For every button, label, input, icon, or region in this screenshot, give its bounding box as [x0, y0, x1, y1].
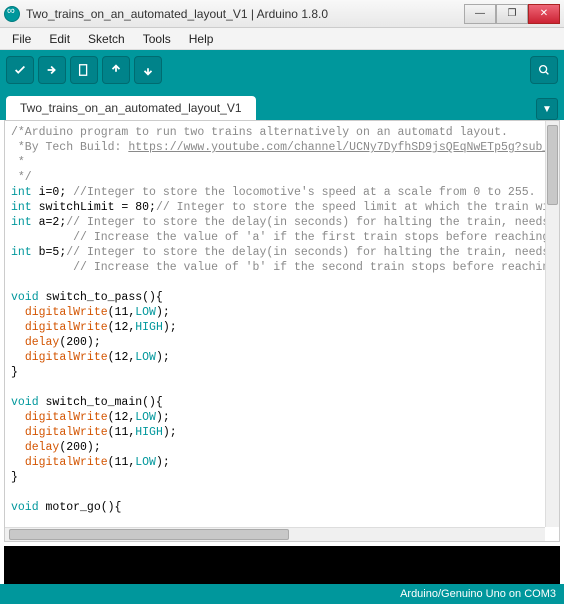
code-function: digitalWrite — [25, 306, 108, 319]
code-text: ); — [156, 456, 170, 469]
code-indent — [11, 321, 25, 334]
minimize-button[interactable]: — — [464, 4, 496, 24]
code-keyword: void — [11, 396, 39, 409]
open-button[interactable] — [102, 56, 130, 84]
code-keyword: LOW — [135, 306, 156, 319]
code-text: i=0; — [32, 186, 73, 199]
code-indent — [11, 336, 25, 349]
code-indent — [11, 441, 25, 454]
code-indent — [11, 411, 25, 424]
code-indent — [11, 426, 25, 439]
code-function: delay — [25, 441, 60, 454]
code-indent — [11, 351, 25, 364]
maximize-button[interactable]: ❐ — [496, 4, 528, 24]
code-function: digitalWrite — [25, 411, 108, 424]
tab-bar: Two_trains_on_an_automated_layout_V1 ▼ — [0, 90, 564, 120]
menu-help[interactable]: Help — [181, 30, 222, 48]
code-keyword: HIGH — [135, 426, 163, 439]
code-indent — [11, 306, 25, 319]
code-text: (12, — [108, 321, 136, 334]
code-function: digitalWrite — [25, 351, 108, 364]
code-comment: // Integer to store the speed limit at w… — [156, 201, 545, 214]
code-text: b=5; — [32, 246, 67, 259]
code-function: digitalWrite — [25, 426, 108, 439]
code-comment: //Integer to store the locomotive's spee… — [73, 186, 535, 199]
menu-file[interactable]: File — [4, 30, 39, 48]
code-comment: // Integer to store the delay(in seconds… — [66, 246, 545, 259]
sketch-tab[interactable]: Two_trains_on_an_automated_layout_V1 — [6, 96, 256, 120]
editor-area: /*Arduino program to run two trains alte… — [4, 120, 560, 542]
code-keyword: int — [11, 216, 32, 229]
vertical-scrollbar[interactable] — [545, 121, 559, 527]
code-keyword: void — [11, 291, 39, 304]
code-text: (11, — [108, 306, 136, 319]
console-panel — [4, 546, 560, 584]
code-text: ); — [156, 306, 170, 319]
arduino-icon — [4, 6, 20, 22]
tab-menu-button[interactable]: ▼ — [536, 98, 558, 120]
code-text: switch_to_main(){ — [39, 396, 163, 409]
code-keyword: void — [11, 501, 39, 514]
code-comment: * — [11, 156, 25, 169]
code-text: switch_to_pass(){ — [39, 291, 163, 304]
code-text: } — [11, 471, 18, 484]
code-keyword: LOW — [135, 411, 156, 424]
code-text: (11, — [108, 456, 136, 469]
code-text: (12, — [108, 351, 136, 364]
code-text: ); — [163, 321, 177, 334]
code-function: digitalWrite — [25, 456, 108, 469]
code-function: digitalWrite — [25, 321, 108, 334]
upload-button[interactable] — [38, 56, 66, 84]
close-button[interactable]: ✕ — [528, 4, 560, 24]
code-keyword: HIGH — [135, 321, 163, 334]
save-button[interactable] — [134, 56, 162, 84]
code-keyword: int — [11, 246, 32, 259]
code-text: (200); — [59, 441, 100, 454]
scroll-thumb[interactable] — [9, 529, 289, 540]
menu-tools[interactable]: Tools — [135, 30, 179, 48]
new-button[interactable] — [70, 56, 98, 84]
code-comment: *By Tech Build: — [11, 141, 128, 154]
code-text: (12, — [108, 411, 136, 424]
code-link[interactable]: https://www.youtube.com/channel/UCNy7Dyf… — [128, 141, 545, 154]
code-text: motor_go(){ — [39, 501, 122, 514]
serial-monitor-button[interactable] — [530, 56, 558, 84]
code-comment: // Integer to store the delay(in seconds… — [66, 216, 545, 229]
code-keyword: LOW — [135, 351, 156, 364]
code-comment: // Increase the value of 'b' if the seco… — [11, 261, 545, 274]
code-text: a=2; — [32, 216, 67, 229]
code-indent — [11, 456, 25, 469]
menu-bar: File Edit Sketch Tools Help — [0, 28, 564, 50]
board-status: Arduino/Genuino Uno on COM3 — [400, 588, 556, 600]
menu-sketch[interactable]: Sketch — [80, 30, 133, 48]
code-keyword: int — [11, 186, 32, 199]
code-text: ); — [156, 411, 170, 424]
window-title: Two_trains_on_an_automated_layout_V1 | A… — [26, 7, 464, 21]
menu-edit[interactable]: Edit — [41, 30, 78, 48]
status-bar: Arduino/Genuino Uno on COM3 — [0, 584, 564, 604]
window-controls: — ❐ ✕ — [464, 4, 560, 24]
horizontal-scrollbar[interactable] — [5, 527, 545, 541]
code-comment: */ — [11, 171, 32, 184]
scroll-thumb[interactable] — [547, 125, 558, 205]
code-text: (11, — [108, 426, 136, 439]
code-function: delay — [25, 336, 60, 349]
code-text: } — [11, 366, 18, 379]
code-text: switchLimit = 80; — [32, 201, 156, 214]
code-editor[interactable]: /*Arduino program to run two trains alte… — [5, 121, 545, 527]
code-text: (200); — [59, 336, 100, 349]
window-titlebar: Two_trains_on_an_automated_layout_V1 | A… — [0, 0, 564, 28]
code-comment: /*Arduino program to run two trains alte… — [11, 126, 508, 139]
code-text: ); — [163, 426, 177, 439]
code-keyword: int — [11, 201, 32, 214]
code-text: ); — [156, 351, 170, 364]
verify-button[interactable] — [6, 56, 34, 84]
code-comment: // Increase the value of 'a' if the firs… — [11, 231, 545, 244]
code-keyword: LOW — [135, 456, 156, 469]
toolbar — [0, 50, 564, 90]
